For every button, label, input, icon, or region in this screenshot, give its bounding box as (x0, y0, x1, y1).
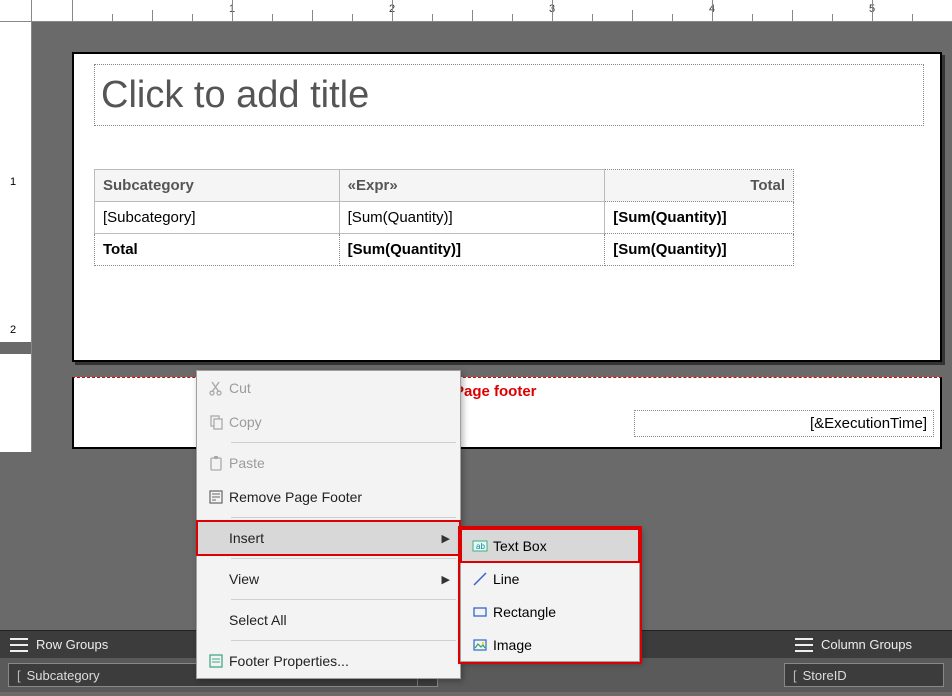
properties-icon (203, 653, 229, 669)
menu-item-select-all[interactable]: Select All (197, 603, 460, 637)
report-body[interactable]: Click to add title Subcategory «Expr» To… (72, 52, 942, 362)
row-group-name: Subcategory (27, 668, 100, 683)
insert-submenu: ab Text Box Line Rectangle Image (460, 528, 640, 662)
matrix-corner-cell[interactable]: Subcategory (95, 170, 340, 202)
menu-label: View (229, 571, 438, 587)
matrix-column-total-cell[interactable]: [Sum(Quantity)] (339, 234, 605, 266)
rectangle-icon (467, 604, 493, 620)
horizontal-ruler: // ticks drawn later by JS-free markup? … (32, 0, 952, 22)
menu-item-remove-footer[interactable]: Remove Page Footer (197, 480, 460, 514)
submenu-item-line[interactable]: Line (461, 562, 639, 595)
menu-label: Cut (229, 380, 450, 396)
menu-label: Remove Page Footer (229, 489, 450, 505)
matrix-column-total-header[interactable]: Total (605, 170, 794, 202)
column-groups-label: Column Groups (821, 637, 912, 652)
submenu-item-textbox[interactable]: ab Text Box (461, 529, 639, 562)
menu-item-paste[interactable]: Paste (197, 446, 460, 480)
menu-label: Paste (229, 455, 450, 471)
svg-text:ab: ab (476, 542, 485, 551)
grid-icon (795, 638, 813, 652)
menu-item-insert[interactable]: Insert ▶ (197, 521, 460, 555)
line-icon (467, 571, 493, 587)
page-footer-annotation: Page footer (454, 383, 537, 400)
remove-footer-icon (203, 489, 229, 505)
matrix-total-row-header[interactable]: Total (95, 234, 340, 266)
submenu-label: Image (493, 637, 532, 653)
report-title-placeholder[interactable]: Click to add title (94, 64, 924, 126)
matrix-column-group-expr[interactable]: «Expr» (339, 170, 605, 202)
menu-label: Select All (229, 612, 450, 628)
execution-time-textbox[interactable]: [&ExecutionTime] (634, 410, 934, 437)
submenu-item-image[interactable]: Image (461, 628, 639, 661)
row-groups-label: Row Groups (36, 637, 108, 652)
grid-icon (10, 638, 28, 652)
column-group-pill[interactable]: [ StoreID (784, 663, 944, 687)
paste-icon (203, 455, 229, 471)
submenu-arrow-icon: ▶ (438, 532, 450, 545)
submenu-label: Rectangle (493, 604, 556, 620)
ruler-corner (0, 0, 32, 22)
menu-label: Insert (229, 530, 438, 546)
column-group-name: StoreID (803, 668, 847, 683)
bracket-icon: [ (17, 668, 21, 683)
design-canvas[interactable]: Click to add title Subcategory «Expr» To… (32, 22, 952, 452)
vruler-label: 2 (10, 324, 16, 336)
matrix-table[interactable]: Subcategory «Expr» Total [Subcategory] [… (94, 169, 794, 266)
menu-item-footer-properties[interactable]: Footer Properties... (197, 644, 460, 678)
grouping-row: [ Subcategory ▼ [ StoreID (0, 658, 952, 692)
submenu-label: Text Box (493, 538, 547, 554)
menu-item-cut[interactable]: Cut (197, 371, 460, 405)
bracket-icon: [ (793, 668, 797, 683)
submenu-arrow-icon: ▶ (438, 573, 450, 586)
context-menu: Cut Copy Paste Remove Page Footer Insert… (196, 370, 461, 679)
copy-icon (203, 414, 229, 430)
menu-item-view[interactable]: View ▶ (197, 562, 460, 596)
image-icon (467, 637, 493, 653)
menu-label: Copy (229, 414, 450, 430)
menu-label: Footer Properties... (229, 653, 450, 669)
vruler-label: 1 (10, 176, 16, 188)
matrix-grand-total-cell[interactable]: [Sum(Quantity)] (605, 234, 794, 266)
cut-icon (203, 380, 229, 396)
textbox-icon: ab (467, 538, 493, 554)
vertical-ruler: 1 2 (0, 22, 32, 452)
matrix-row-group-expr[interactable]: [Subcategory] (95, 202, 340, 234)
submenu-item-rectangle[interactable]: Rectangle (461, 595, 639, 628)
menu-item-copy[interactable]: Copy (197, 405, 460, 439)
submenu-label: Line (493, 571, 519, 587)
matrix-data-cell[interactable]: [Sum(Quantity)] (339, 202, 605, 234)
matrix-row-total-cell[interactable]: [Sum(Quantity)] (605, 202, 794, 234)
